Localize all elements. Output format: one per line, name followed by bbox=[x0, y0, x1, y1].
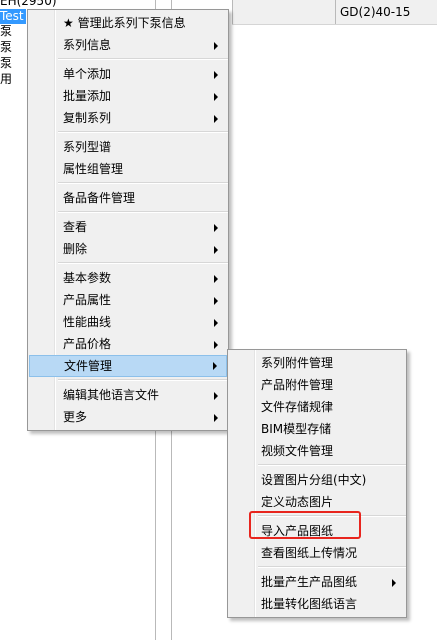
submenu-arrow-icon bbox=[214, 341, 218, 349]
menu-separator bbox=[58, 262, 228, 264]
tree-item[interactable]: 用 bbox=[0, 72, 12, 87]
submenu-arrow-icon bbox=[214, 414, 218, 422]
context-menu-item[interactable]: 复制系列 bbox=[28, 107, 228, 129]
menu-item-label: 系列信息 bbox=[63, 38, 112, 52]
context-menu-item[interactable]: 系列型谱 bbox=[28, 136, 228, 158]
context-menu: ★ 管理此系列下泵信息 系列信息单个添加批量添加复制系列系列型谱属性组管理备品备件… bbox=[27, 9, 229, 431]
context-menu-item[interactable]: 文件管理 bbox=[29, 355, 227, 377]
tree-pane bbox=[0, 0, 28, 640]
menu-item-label: 删除 bbox=[63, 242, 88, 256]
menu-separator bbox=[58, 211, 228, 213]
submenu-item[interactable]: 查看图纸上传情况 bbox=[228, 542, 406, 564]
menu-separator bbox=[258, 566, 406, 568]
tree-item[interactable]: 泵 bbox=[0, 56, 12, 71]
submenu-arrow-icon bbox=[214, 275, 218, 283]
file-management-submenu: 系列附件管理 产品附件管理 文件存储规律 BIM模型存储 视频文件管理设置图片分组(中文… bbox=[227, 349, 407, 618]
menu-item-label: 备品备件管理 bbox=[63, 191, 136, 205]
menu-item-label: 基本参数 bbox=[63, 271, 112, 285]
context-menu-item[interactable]: 系列信息 bbox=[28, 34, 228, 56]
submenu-arrow-icon bbox=[214, 392, 218, 400]
menu-item-label: 定义动态图片 bbox=[261, 495, 334, 509]
submenu-item[interactable]: 批量产生产品图纸 bbox=[228, 571, 406, 593]
context-menu-item[interactable]: 产品价格 bbox=[28, 333, 228, 355]
submenu-arrow-icon bbox=[213, 362, 217, 370]
submenu-item[interactable]: 视频文件管理 bbox=[228, 440, 406, 462]
context-menu-item[interactable]: ★ 管理此系列下泵信息 bbox=[28, 12, 228, 34]
context-menu-item[interactable]: 查看 bbox=[28, 216, 228, 238]
context-menu-item[interactable]: 批量添加 bbox=[28, 85, 228, 107]
header-divider bbox=[232, 0, 233, 24]
submenu-item[interactable]: 设置图片分组(中文) bbox=[228, 469, 406, 491]
submenu-arrow-icon bbox=[214, 224, 218, 232]
submenu-item[interactable]: 批量转化图纸语言 bbox=[228, 593, 406, 615]
menu-item-label: ★ 管理此系列下泵信息 bbox=[63, 16, 186, 30]
menu-item-label: 视频文件管理 bbox=[261, 444, 334, 458]
submenu-arrow-icon bbox=[214, 246, 218, 254]
menu-item-label: 复制系列 bbox=[63, 111, 112, 125]
menu-item-label: 查看 bbox=[63, 220, 88, 234]
submenu-arrow-icon bbox=[214, 71, 218, 79]
menu-item-label: 产品价格 bbox=[63, 337, 112, 351]
menu-item-label: 单个添加 bbox=[63, 67, 112, 81]
context-menu-item[interactable]: 删除 bbox=[28, 238, 228, 260]
submenu-arrow-icon bbox=[214, 93, 218, 101]
menu-separator bbox=[258, 464, 406, 466]
tree-item[interactable]: 泵 bbox=[0, 24, 12, 39]
menu-item-label: 属性组管理 bbox=[63, 162, 124, 176]
submenu-arrow-icon bbox=[214, 115, 218, 123]
annotation-highlight-box bbox=[249, 511, 361, 539]
menu-item-label: 批量产生产品图纸 bbox=[261, 575, 358, 589]
tree-item[interactable]: 泵 bbox=[0, 40, 12, 55]
context-menu-item[interactable]: 性能曲线 bbox=[28, 311, 228, 333]
submenu-item[interactable]: 产品附件管理 bbox=[228, 374, 406, 396]
menu-item-label: 系列附件管理 bbox=[261, 356, 334, 370]
menu-item-label: 产品属性 bbox=[63, 293, 112, 307]
menu-item-label: 设置图片分组(中文) bbox=[261, 473, 367, 487]
menu-item-label: 批量转化图纸语言 bbox=[261, 597, 358, 611]
menu-item-label: 文件存储规律 bbox=[261, 400, 334, 414]
context-menu-item[interactable]: 属性组管理 bbox=[28, 158, 228, 180]
submenu-item[interactable]: 系列附件管理 bbox=[228, 352, 406, 374]
tree-item[interactable]: EH(2950) bbox=[0, 0, 57, 9]
submenu-arrow-icon bbox=[214, 297, 218, 305]
menu-item-label: 性能曲线 bbox=[63, 315, 112, 329]
menu-item-label: 编辑其他语言文件 bbox=[63, 388, 160, 402]
menu-item-label: 系列型谱 bbox=[63, 140, 112, 154]
tree-item[interactable]: Test bbox=[0, 9, 26, 24]
menu-separator bbox=[58, 131, 228, 133]
submenu-arrow-icon bbox=[214, 42, 218, 50]
menu-item-label: 查看图纸上传情况 bbox=[261, 546, 358, 560]
header-divider bbox=[335, 0, 336, 24]
menu-item-label: 更多 bbox=[63, 410, 88, 424]
menu-item-label: BIM模型存储 bbox=[261, 422, 332, 436]
submenu-item[interactable]: BIM模型存储 bbox=[228, 418, 406, 440]
context-menu-item[interactable]: 编辑其他语言文件 bbox=[28, 384, 228, 406]
submenu-item[interactable]: 文件存储规律 bbox=[228, 396, 406, 418]
submenu-item[interactable]: 定义动态图片 bbox=[228, 491, 406, 513]
menu-separator bbox=[58, 58, 228, 60]
menu-item-label: 批量添加 bbox=[63, 89, 112, 103]
column-header-label: GD(2)40-15 bbox=[340, 5, 411, 19]
submenu-arrow-icon bbox=[214, 319, 218, 327]
context-menu-item[interactable]: 产品属性 bbox=[28, 289, 228, 311]
menu-separator bbox=[58, 182, 228, 184]
context-menu-item[interactable]: 基本参数 bbox=[28, 267, 228, 289]
context-menu-item[interactable]: 单个添加 bbox=[28, 63, 228, 85]
context-menu-item[interactable]: 备品备件管理 bbox=[28, 187, 228, 209]
menu-item-label: 产品附件管理 bbox=[261, 378, 334, 392]
context-menu-item[interactable]: 更多 bbox=[28, 406, 228, 428]
submenu-arrow-icon bbox=[392, 579, 396, 587]
menu-separator bbox=[58, 379, 228, 381]
menu-item-label: 文件管理 bbox=[64, 359, 113, 373]
